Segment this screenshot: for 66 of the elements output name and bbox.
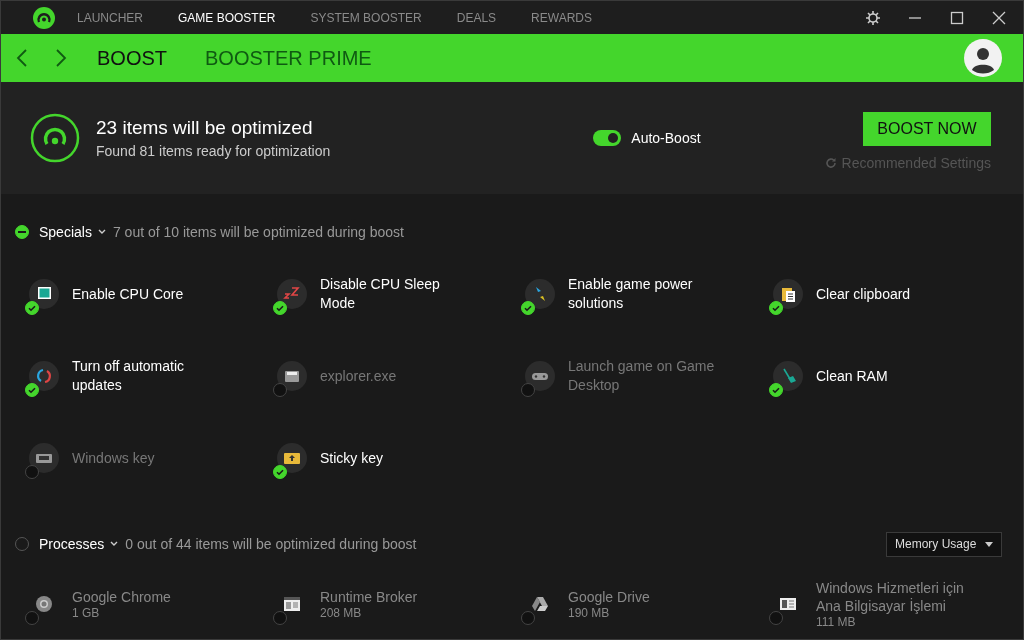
chrome-icon [35, 595, 53, 613]
item-label: explorer.exe [320, 366, 397, 386]
item-checkbox[interactable] [25, 301, 39, 315]
sort-dropdown[interactable]: Memory Usage [886, 531, 1002, 557]
summary-subtitle: Found 81 items ready for optimization [96, 143, 331, 159]
nav-tab[interactable]: SYSTEM BOOSTER [310, 10, 422, 25]
item-checkbox[interactable] [769, 611, 783, 625]
item-checkbox[interactable] [521, 301, 535, 315]
window-icon [283, 595, 301, 613]
process-name: Google Drive [568, 588, 650, 606]
process-name: Windows Hizmetleri için Ana Bilgisayar İşlemi [816, 579, 965, 615]
memory-usage: 208 MB [320, 606, 363, 620]
clipboard-icon [779, 285, 797, 303]
item-label: Enable CPU Core [72, 284, 184, 304]
item-label: Sticky key [320, 448, 383, 468]
caret-icon[interactable] [110, 541, 119, 547]
avatar-icon[interactable] [964, 39, 1002, 77]
summary-title: 23 items will be optimized [96, 117, 314, 139]
nav-tab[interactable]: DEALS [456, 10, 497, 25]
sub-tab[interactable]: BOOSTER PRIME [205, 46, 372, 70]
item-label: Disable CPU Sleep Mode [320, 275, 441, 313]
triangle-icon [531, 595, 549, 613]
boost-now-button[interactable]: BOOST NOW [863, 111, 991, 146]
logo-icon [33, 6, 55, 29]
section-title[interactable]: Specials [39, 224, 92, 240]
item-label: Launch game on Game Desktop [568, 357, 716, 395]
booster-icon [30, 113, 80, 163]
item-checkbox[interactable] [273, 301, 287, 315]
item-checkbox[interactable] [521, 383, 535, 397]
nav-tab[interactable]: GAME BOOSTER [178, 10, 276, 25]
window-icon [779, 595, 797, 613]
nav-tab[interactable]: REWARDS [531, 10, 592, 25]
section-title[interactable]: Processes [39, 536, 105, 552]
close-icon[interactable] [991, 9, 1007, 26]
sync-icon [35, 367, 53, 385]
item-label: Turn off automatic updates [72, 357, 186, 395]
maximize-icon[interactable] [949, 9, 965, 26]
item-checkbox[interactable] [273, 465, 287, 479]
memory-usage: 190 MB [568, 606, 611, 620]
item-checkbox[interactable] [25, 383, 39, 397]
settings-icon[interactable] [865, 9, 881, 26]
item-checkbox[interactable] [25, 611, 39, 625]
caret-icon [985, 541, 993, 547]
item-checkbox[interactable] [769, 301, 783, 315]
memory-usage: 111 MB [816, 615, 857, 629]
process-name: Runtime Broker [320, 588, 418, 606]
item-checkbox[interactable] [273, 611, 287, 625]
nav-tab[interactable]: LAUNCHER [77, 10, 143, 25]
section-caption: 0 out of 44 items will be optimized during boost [125, 536, 417, 552]
section-caption: 7 out of 10 items will be optimized during boost [112, 224, 404, 240]
item-label: Windows key [72, 448, 155, 468]
auto-boost-toggle[interactable] [593, 130, 622, 146]
item-checkbox[interactable] [273, 383, 287, 397]
select-all-checkbox[interactable] [15, 225, 29, 239]
item-checkbox[interactable] [769, 383, 783, 397]
item-checkbox[interactable] [25, 465, 39, 479]
item-label: Enable game power solutions [568, 275, 694, 313]
memory-usage: 1 GB [72, 606, 101, 620]
sub-tab[interactable]: BOOST [97, 46, 167, 70]
item-checkbox[interactable] [521, 611, 535, 625]
refresh-icon [824, 156, 837, 169]
item-label: Clean RAM [816, 366, 888, 386]
item-label: Clear clipboard [816, 284, 911, 304]
process-name: Google Chrome [72, 588, 171, 606]
caret-icon[interactable] [97, 229, 106, 235]
toggle-label: Auto-Boost [631, 130, 701, 146]
